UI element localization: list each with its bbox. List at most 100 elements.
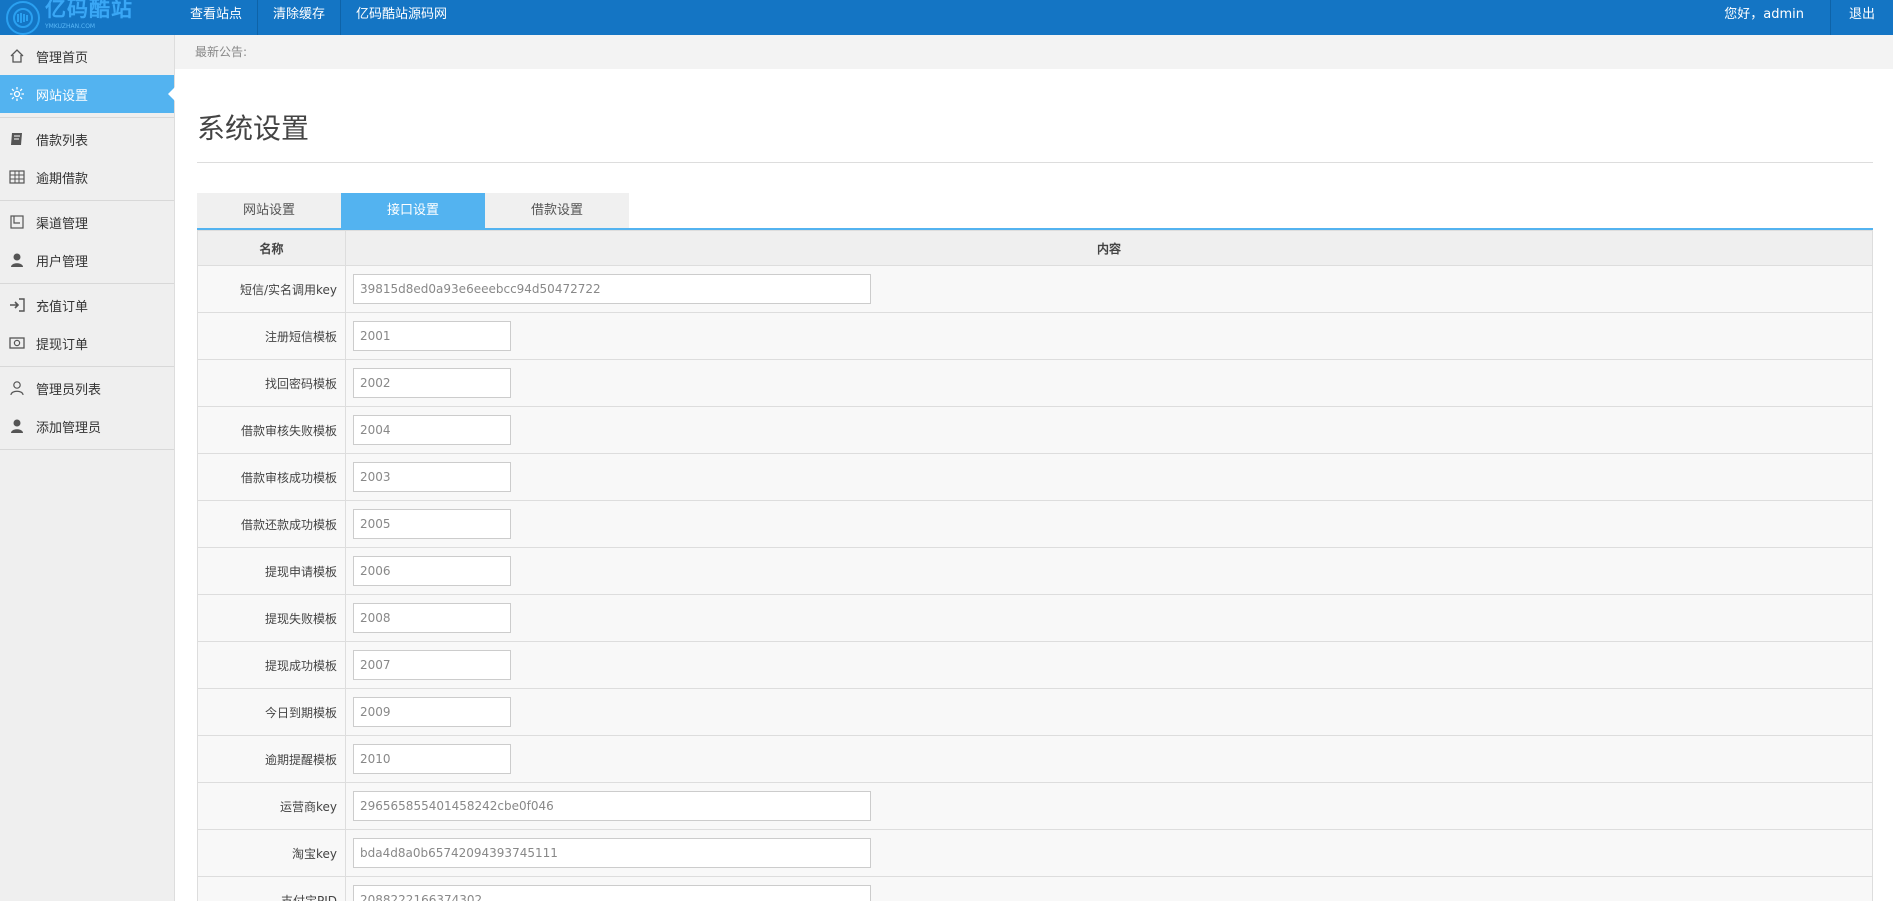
top-nav: 查看站点 清除缓存 亿码酷站源码网 <box>175 0 462 35</box>
setting-input[interactable] <box>353 415 511 445</box>
setting-value-cell <box>345 359 1873 407</box>
gear-icon <box>8 85 26 103</box>
sidebar-group-admins: 管理员列表 添加管理员 <box>0 367 174 450</box>
sidebar-item-admin-list[interactable]: 管理员列表 <box>0 369 174 407</box>
sidebar-item-recharge-orders[interactable]: 充值订单 <box>0 286 174 324</box>
table-row: 支付宝PID <box>197 876 1873 901</box>
setting-input[interactable] <box>353 274 871 304</box>
setting-value-cell <box>345 594 1873 642</box>
table-row: 今日到期模板 <box>197 688 1873 736</box>
setting-value-cell <box>345 876 1873 901</box>
setting-input[interactable] <box>353 603 511 633</box>
sidebar-item-site-settings[interactable]: 网站设置 <box>0 75 175 113</box>
source-site-link[interactable]: 亿码酷站源码网 <box>341 0 462 35</box>
setting-input[interactable] <box>353 650 511 680</box>
user-icon <box>8 417 26 435</box>
setting-value-cell <box>345 453 1873 501</box>
main-content: 最新公告: 系统设置 网站设置 接口设置 借款设置 名称 内容 短信/实名调用k… <box>175 35 1893 901</box>
table-row: 短信/实名调用key <box>197 265 1873 313</box>
setting-label: 注册短信模板 <box>197 312 346 360</box>
sidebar-item-label: 渠道管理 <box>36 216 89 232</box>
announcement-label: 最新公告: <box>195 45 248 59</box>
setting-value-cell <box>345 829 1873 877</box>
table-row: 提现申请模板 <box>197 547 1873 595</box>
table-row: 运营商key <box>197 782 1873 830</box>
page-title: 系统设置 <box>197 112 310 145</box>
sidebar-item-label: 充值订单 <box>36 299 89 315</box>
user-greeting: 您好，admin <box>1724 7 1804 22</box>
setting-label: 今日到期模板 <box>197 688 346 736</box>
sidebar-item-loan-list[interactable]: 借款列表 <box>0 120 174 158</box>
sidebar-group-loans: 借款列表 逾期借款 <box>0 118 174 201</box>
title-divider <box>197 162 1873 163</box>
setting-input[interactable] <box>353 321 511 351</box>
sidebar-item-withdraw-orders[interactable]: 提现订单 <box>0 324 174 362</box>
setting-value-cell <box>345 688 1873 736</box>
signin-icon <box>8 296 26 314</box>
setting-label: 淘宝key <box>197 829 346 877</box>
top-right: 您好，admin 退出 <box>1706 0 1893 35</box>
user-outline-icon <box>8 379 26 397</box>
sidebar-item-admin-home[interactable]: 管理首页 <box>0 37 174 75</box>
sidebar-group-channels: 渠道管理 用户管理 <box>0 201 174 284</box>
setting-input[interactable] <box>353 838 871 868</box>
sidebar-item-label: 网站设置 <box>36 88 89 104</box>
setting-label: 借款还款成功模板 <box>197 500 346 548</box>
book-icon <box>8 130 26 148</box>
sidebar-item-label: 提现订单 <box>36 337 89 353</box>
setting-value-cell <box>345 312 1873 360</box>
view-site-link[interactable]: 查看站点 <box>175 0 259 35</box>
sidebar-item-label: 用户管理 <box>36 254 89 270</box>
table-header-row: 名称 内容 <box>197 230 1873 266</box>
setting-input[interactable] <box>353 744 511 774</box>
table-row: 淘宝key <box>197 829 1873 877</box>
setting-label: 运营商key <box>197 782 346 830</box>
sidebar-item-label: 管理首页 <box>36 50 89 66</box>
setting-label: 借款审核失败模板 <box>197 406 346 454</box>
setting-input[interactable] <box>353 368 511 398</box>
setting-input[interactable] <box>353 509 511 539</box>
sidebar-item-add-admin[interactable]: 添加管理员 <box>0 407 174 445</box>
table-row: 借款审核成功模板 <box>197 453 1873 501</box>
logout-link[interactable]: 退出 <box>1829 0 1893 35</box>
column-header-content: 内容 <box>345 230 1873 266</box>
setting-label: 找回密码模板 <box>197 359 346 407</box>
sidebar-item-overdue-loans[interactable]: 逾期借款 <box>0 158 174 196</box>
tab-loan-settings[interactable]: 借款设置 <box>485 193 629 229</box>
clear-cache-link[interactable]: 清除缓存 <box>258 0 342 35</box>
home-icon <box>8 47 26 65</box>
sidebar-item-user-management[interactable]: 用户管理 <box>0 241 174 279</box>
logo-icon <box>6 0 40 35</box>
channel-icon <box>8 213 26 231</box>
setting-input[interactable] <box>353 462 511 492</box>
settings-table: 名称 内容 短信/实名调用key注册短信模板找回密码模板借款审核失败模板借款审核… <box>197 230 1873 901</box>
setting-label: 支付宝PID <box>197 876 346 901</box>
setting-input[interactable] <box>353 697 511 727</box>
settings-tabs: 网站设置 接口设置 借款设置 <box>197 193 629 229</box>
sidebar-group-home: 管理首页 网站设置 <box>0 35 175 118</box>
top-bar: 亿码酷站 YMKUZHAN.COM 查看站点 清除缓存 亿码酷站源码网 您好，a… <box>0 0 1893 35</box>
tab-interface-settings[interactable]: 接口设置 <box>341 193 485 229</box>
sidebar-item-channel-management[interactable]: 渠道管理 <box>0 203 174 241</box>
setting-value-cell <box>345 406 1873 454</box>
setting-value-cell <box>345 735 1873 783</box>
table-row: 注册短信模板 <box>197 312 1873 360</box>
table-row: 找回密码模板 <box>197 359 1873 407</box>
table-row: 提现成功模板 <box>197 641 1873 689</box>
tab-site-settings[interactable]: 网站设置 <box>197 193 341 229</box>
announcement-bar: 最新公告: <box>175 35 1893 69</box>
setting-value-cell <box>345 547 1873 595</box>
setting-label: 借款审核成功模板 <box>197 453 346 501</box>
table-row: 逾期提醒模板 <box>197 735 1873 783</box>
setting-label: 短信/实名调用key <box>197 265 346 313</box>
setting-input[interactable] <box>353 791 871 821</box>
setting-label: 提现申请模板 <box>197 547 346 595</box>
setting-input[interactable] <box>353 885 871 901</box>
table-row: 借款还款成功模板 <box>197 500 1873 548</box>
setting-input[interactable] <box>353 556 511 586</box>
sidebar-item-label: 管理员列表 <box>36 382 102 398</box>
brand-logo[interactable]: 亿码酷站 YMKUZHAN.COM <box>6 0 176 35</box>
setting-label: 提现成功模板 <box>197 641 346 689</box>
sidebar: 管理首页 网站设置 借款列表 逾期借款 渠道管理 用户管理 充值订单 提现订单 … <box>0 35 175 901</box>
money-icon <box>8 334 26 352</box>
